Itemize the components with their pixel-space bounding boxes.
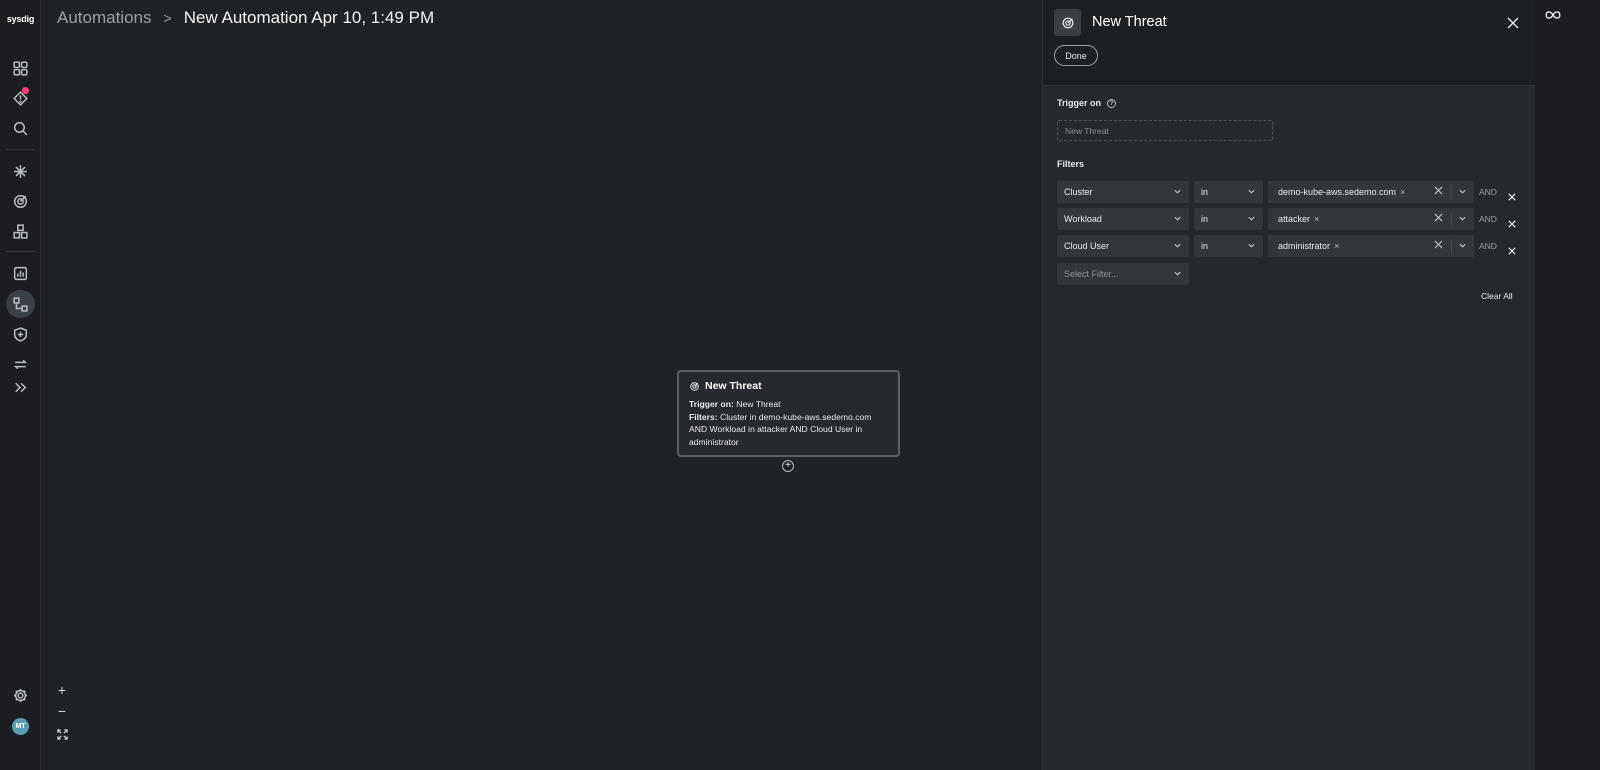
- automations-icon[interactable]: [6, 290, 35, 318]
- filters-label: Filters: [1057, 159, 1085, 169]
- filter-field-select[interactable]: Cloud User: [1057, 235, 1189, 257]
- value-divider: [1451, 185, 1452, 199]
- trigger-on-text: Trigger on: [1057, 98, 1102, 108]
- and-label: AND: [1479, 214, 1497, 224]
- filter-value-chip: demo-kube-aws.sedemo.com: [1278, 187, 1397, 197]
- panel-title: New Threat: [1092, 14, 1167, 30]
- select-filter-placeholder: Select Filter...: [1064, 269, 1119, 279]
- chevron-down-icon: [1173, 187, 1182, 196]
- close-icon: [1507, 17, 1519, 29]
- fit-view-button[interactable]: [54, 726, 70, 742]
- node-filters-line2: AND Workload in attacker AND Cloud User …: [689, 424, 863, 434]
- done-button[interactable]: Done: [1054, 45, 1098, 66]
- chip-remove-button[interactable]: ×: [1314, 214, 1319, 224]
- panel-header: New Threat Done: [1043, 0, 1536, 86]
- clear-values-button[interactable]: [1434, 240, 1444, 250]
- chip-remove-button[interactable]: ×: [1400, 187, 1405, 197]
- chevron-down-icon: [1173, 269, 1182, 278]
- filter-field-value: Workload: [1064, 214, 1102, 224]
- filter-operator-value: in: [1201, 241, 1209, 251]
- settings-icon[interactable]: [6, 681, 35, 709]
- help-icon[interactable]: ?: [1107, 98, 1117, 108]
- breadcrumb-automations-link[interactable]: Automations: [57, 8, 152, 28]
- clear-values-button[interactable]: [1434, 213, 1444, 223]
- zoom-in-button[interactable]: +: [54, 682, 70, 698]
- node-filters-line3: administrator: [689, 436, 739, 447]
- breadcrumb-separator: >: [163, 10, 172, 26]
- chevron-down-icon: [1173, 214, 1182, 223]
- chevron-down-icon: [1458, 187, 1467, 196]
- node-filters-line1: Cluster in demo-kube-aws.sedemo.com: [720, 411, 872, 422]
- filter-operator-value: in: [1201, 187, 1209, 197]
- nav-divider: [6, 251, 35, 252]
- filter-value-select[interactable]: attacker ×: [1268, 208, 1474, 230]
- value-divider: [1451, 212, 1452, 226]
- trigger-on-label: Trigger on ?: [1057, 98, 1117, 108]
- search-icon[interactable]: [6, 114, 35, 142]
- filter-field-value: Cloud User: [1064, 241, 1110, 251]
- reports-icon[interactable]: [6, 259, 35, 287]
- and-label: AND: [1479, 241, 1497, 251]
- sysdig-logo[interactable]: sysdig: [0, 14, 41, 24]
- filter-value-select[interactable]: administrator ×: [1268, 235, 1474, 257]
- add-step-button[interactable]: +: [782, 460, 794, 472]
- select-filter-dropdown[interactable]: Select Filter...: [1057, 263, 1189, 285]
- integrations-icon[interactable]: [6, 157, 35, 185]
- threat-target-icon: [690, 381, 699, 391]
- chevron-down-icon: [1247, 214, 1256, 223]
- expand-icon[interactable]: [6, 373, 35, 401]
- filter-field-select[interactable]: Cluster: [1057, 181, 1189, 203]
- and-label: AND: [1479, 187, 1497, 197]
- chevron-down-icon: [1247, 241, 1256, 250]
- filter-operator-value: in: [1201, 214, 1209, 224]
- clear-all-button[interactable]: Clear All: [1481, 291, 1513, 301]
- notification-badge: [22, 87, 29, 94]
- filter-value-chip: attacker: [1278, 214, 1311, 224]
- dashboard-icon[interactable]: [6, 54, 35, 82]
- clear-values-button[interactable]: [1434, 186, 1444, 196]
- value-divider: [1451, 239, 1452, 253]
- chevron-down-icon: [1458, 214, 1467, 223]
- app-root: sysdig MT Automations > New Automation A…: [0, 0, 1600, 770]
- node-trigger-value: New Threat: [736, 399, 781, 409]
- node-summary: Trigger on: New Threat Filters: Cluster …: [689, 398, 888, 448]
- policies-icon[interactable]: [6, 320, 35, 348]
- threats-icon[interactable]: [6, 187, 35, 215]
- filter-value-chip: administrator: [1278, 241, 1331, 251]
- page-title[interactable]: New Automation Apr 10, 1:49 PM: [184, 8, 434, 28]
- node-trigger-label: Trigger on:: [689, 399, 734, 409]
- remove-filter-button[interactable]: [1508, 188, 1518, 201]
- chevron-down-icon: [1247, 187, 1256, 196]
- chip-remove-button[interactable]: ×: [1334, 241, 1339, 251]
- trigger-node-card[interactable]: New Threat Trigger on: New Threat Filter…: [677, 370, 900, 457]
- zoom-out-button[interactable]: −: [54, 703, 70, 719]
- avatar[interactable]: MT: [12, 718, 29, 735]
- chevron-down-icon: [1173, 241, 1182, 250]
- filter-field-value: Cluster: [1064, 187, 1093, 197]
- trigger-config-panel: New Threat Done Trigger on ? New Threat …: [1042, 0, 1536, 770]
- left-nav: sysdig MT: [0, 0, 41, 770]
- filter-value-select[interactable]: demo-kube-aws.sedemo.com ×: [1268, 181, 1474, 203]
- infinity-icon[interactable]: [1544, 8, 1562, 22]
- panel-icon: [1054, 9, 1081, 36]
- remove-filter-button[interactable]: [1508, 242, 1518, 255]
- nav-divider: [6, 149, 35, 150]
- filter-operator-select[interactable]: in: [1194, 235, 1263, 257]
- filter-operator-select[interactable]: in: [1194, 208, 1263, 230]
- right-utility-strip: [1535, 0, 1600, 770]
- trigger-on-field[interactable]: New Threat: [1057, 120, 1273, 141]
- events-icon[interactable]: [6, 84, 35, 112]
- inventory-icon[interactable]: [6, 217, 35, 245]
- filter-operator-select[interactable]: in: [1194, 181, 1263, 203]
- chevron-down-icon: [1458, 241, 1467, 250]
- node-header: New Threat: [689, 380, 888, 392]
- node-title: New Threat: [705, 380, 762, 392]
- remove-filter-button[interactable]: [1508, 215, 1518, 228]
- threat-target-icon: [1062, 17, 1073, 28]
- close-panel-button[interactable]: [1507, 16, 1519, 29]
- filter-field-select[interactable]: Workload: [1057, 208, 1189, 230]
- fit-view-icon: [56, 728, 68, 740]
- node-filters-label: Filters:: [689, 411, 718, 422]
- breadcrumb: Automations > New Automation Apr 10, 1:4…: [57, 7, 434, 29]
